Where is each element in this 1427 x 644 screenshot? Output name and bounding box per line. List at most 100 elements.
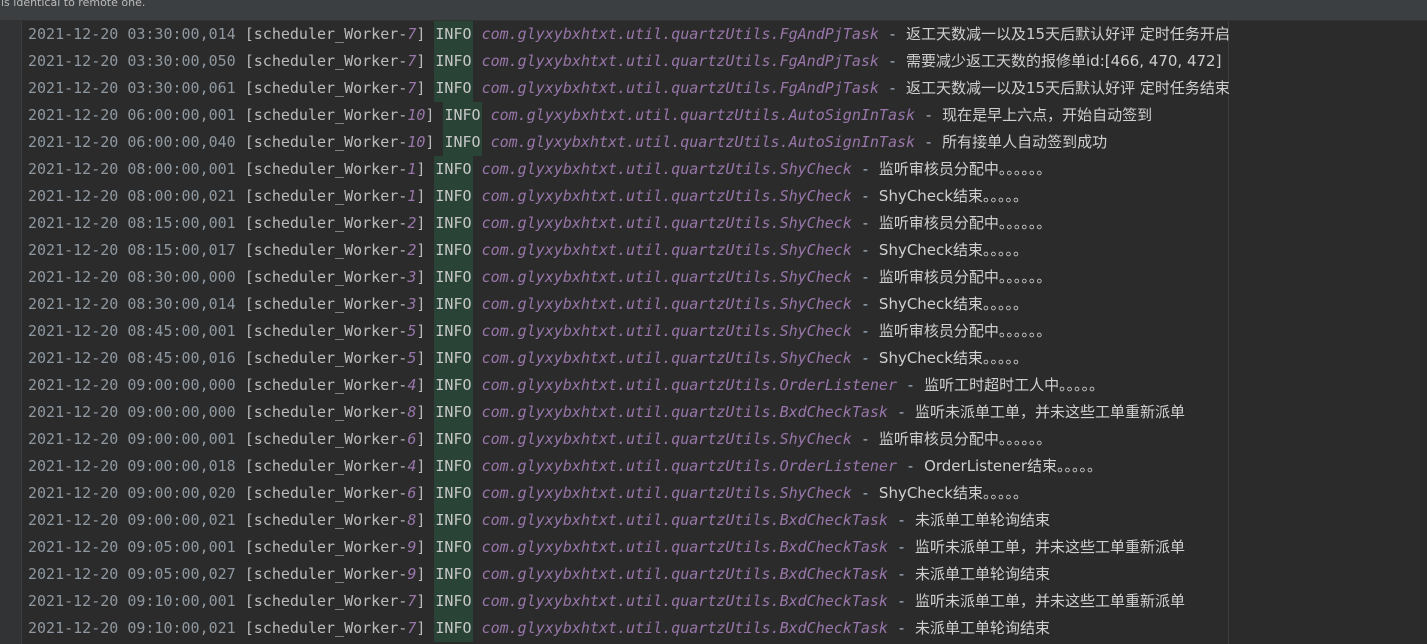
log-line[interactable]: 2021-12-20 03:30:00,061 [scheduler_Worke…	[28, 75, 1230, 102]
log-timestamp: 2021-12-20 03:30:00,061	[28, 79, 245, 97]
log-line[interactable]: 2021-12-20 09:05:00,001 [scheduler_Worke…	[28, 534, 1230, 561]
log-message: 未派单工单轮询结束	[915, 511, 1051, 529]
log-line[interactable]: 2021-12-20 09:00:00,001 [scheduler_Worke…	[28, 426, 1230, 453]
notification-banner: is identical to remote one.	[0, 0, 1427, 21]
log-thread: [scheduler_Worker-6]	[244, 430, 435, 448]
log-line[interactable]: 2021-12-20 08:30:00,000 [scheduler_Worke…	[28, 264, 1230, 291]
log-separator: -	[860, 241, 879, 259]
log-line[interactable]: 2021-12-20 03:30:00,050 [scheduler_Worke…	[28, 48, 1230, 75]
log-thread: [scheduler_Worker-1]	[244, 160, 435, 178]
log-timestamp: 2021-12-20 09:10:00,001	[28, 592, 245, 610]
log-thread: [scheduler_Worker-10]	[244, 133, 444, 151]
log-thread: [scheduler_Worker-7]	[244, 52, 435, 70]
log-line[interactable]: 2021-12-20 08:45:00,016 [scheduler_Worke…	[28, 345, 1230, 372]
log-level: INFO	[434, 534, 473, 561]
log-line[interactable]: 2021-12-20 06:00:00,001 [scheduler_Worke…	[28, 102, 1230, 129]
log-level: INFO	[434, 156, 473, 183]
log-line[interactable]: 2021-12-20 09:00:00,018 [scheduler_Worke…	[28, 453, 1230, 480]
log-timestamp: 2021-12-20 08:15:00,017	[28, 241, 245, 259]
log-thread: [scheduler_Worker-2]	[244, 214, 435, 232]
log-message: 监听未派单工单，并未这些工单重新派单	[915, 538, 1186, 556]
log-timestamp: 2021-12-20 08:15:00,001	[28, 214, 245, 232]
log-timestamp: 2021-12-20 09:10:00,021	[28, 619, 245, 637]
log-line[interactable]: 2021-12-20 08:15:00,017 [scheduler_Worke…	[28, 237, 1230, 264]
banner-text: is identical to remote one.	[1, 0, 146, 9]
log-separator: -	[860, 160, 879, 178]
log-message: 监听工时超时工人中。。。。。	[924, 376, 1105, 394]
log-thread: [scheduler_Worker-2]	[244, 241, 435, 259]
log-level: INFO	[434, 426, 473, 453]
log-level: INFO	[434, 507, 473, 534]
log-level: INFO	[443, 129, 482, 156]
log-timestamp: 2021-12-20 08:45:00,001	[28, 322, 245, 340]
log-message: ShyCheck结束。。。。。	[878, 484, 1028, 502]
log-message: 监听审核员分配中。。。。。。	[878, 268, 1052, 286]
log-level: INFO	[434, 210, 473, 237]
log-separator: -	[896, 538, 916, 556]
log-line[interactable]: 2021-12-20 08:00:00,021 [scheduler_Worke…	[28, 183, 1230, 210]
log-timestamp: 2021-12-20 09:00:00,000	[28, 403, 245, 421]
log-logger: com.glyxybxhtxt.util.quartzUtils.BxdChec…	[481, 403, 897, 421]
log-timestamp: 2021-12-20 09:00:00,018	[28, 457, 245, 475]
log-level: INFO	[434, 75, 473, 102]
log-separator: -	[896, 403, 916, 421]
log-line[interactable]: 2021-12-20 08:30:00,014 [scheduler_Worke…	[28, 291, 1230, 318]
log-timestamp: 2021-12-20 08:30:00,014	[28, 295, 245, 313]
log-logger: com.glyxybxhtxt.util.quartzUtils.ShyChec…	[481, 268, 861, 286]
log-separator: -	[860, 430, 879, 448]
log-timestamp: 2021-12-20 03:30:00,050	[28, 52, 245, 70]
log-level: INFO	[434, 183, 473, 210]
log-level: INFO	[443, 102, 482, 129]
log-logger: com.glyxybxhtxt.util.quartzUtils.BxdChec…	[481, 619, 897, 637]
log-logger: com.glyxybxhtxt.util.quartzUtils.AutoSig…	[490, 106, 925, 124]
log-line[interactable]: 2021-12-20 08:15:00,001 [scheduler_Worke…	[28, 210, 1230, 237]
log-line[interactable]: 2021-12-20 09:10:00,001 [scheduler_Worke…	[28, 588, 1230, 615]
log-line[interactable]: 2021-12-20 09:00:00,020 [scheduler_Worke…	[28, 480, 1230, 507]
log-level: INFO	[434, 48, 473, 75]
log-level: INFO	[434, 264, 473, 291]
log-timestamp: 2021-12-20 08:45:00,016	[28, 349, 245, 367]
log-thread: [scheduler_Worker-3]	[244, 295, 435, 313]
log-thread: [scheduler_Worker-9]	[244, 538, 435, 556]
log-timestamp: 2021-12-20 06:00:00,001	[28, 106, 245, 124]
log-thread: [scheduler_Worker-5]	[244, 349, 435, 367]
log-logger: com.glyxybxhtxt.util.quartzUtils.ShyChec…	[481, 484, 861, 502]
log-thread: [scheduler_Worker-1]	[244, 187, 435, 205]
log-message: 未派单工单轮询结束	[915, 565, 1051, 583]
log-line[interactable]: 2021-12-20 08:00:00,001 [scheduler_Worke…	[28, 156, 1230, 183]
log-timestamp: 2021-12-20 09:05:00,027	[28, 565, 245, 583]
log-level: INFO	[434, 345, 473, 372]
log-line[interactable]: 2021-12-20 06:00:00,040 [scheduler_Worke…	[28, 129, 1230, 156]
log-level: INFO	[434, 399, 473, 426]
log-level: INFO	[434, 372, 473, 399]
log-logger: com.glyxybxhtxt.util.quartzUtils.ShyChec…	[481, 295, 861, 313]
log-thread: [scheduler_Worker-4]	[244, 376, 435, 394]
log-separator: -	[860, 268, 879, 286]
log-message: 监听审核员分配中。。。。。。	[878, 430, 1052, 448]
log-line[interactable]: 2021-12-20 03:30:00,014 [scheduler_Worke…	[28, 21, 1230, 48]
log-separator: -	[906, 457, 925, 475]
log-separator: -	[887, 52, 907, 70]
log-timestamp: 2021-12-20 06:00:00,040	[28, 133, 245, 151]
log-thread: [scheduler_Worker-8]	[244, 403, 435, 421]
log-line[interactable]: 2021-12-20 08:45:00,001 [scheduler_Worke…	[28, 318, 1230, 345]
log-level: INFO	[434, 318, 473, 345]
log-logger: com.glyxybxhtxt.util.quartzUtils.FgAndPj…	[481, 79, 888, 97]
log-message: ShyCheck结束。。。。。	[878, 295, 1028, 313]
log-line[interactable]: 2021-12-20 09:00:00,000 [scheduler_Worke…	[28, 372, 1230, 399]
log-thread: [scheduler_Worker-10]	[244, 106, 444, 124]
log-message: 现在是早上六点，开始自动签到	[942, 106, 1153, 124]
log-output[interactable]: 2021-12-20 03:30:00,014 [scheduler_Worke…	[28, 21, 1230, 642]
log-line[interactable]: 2021-12-20 09:05:00,027 [scheduler_Worke…	[28, 561, 1230, 588]
log-timestamp: 2021-12-20 09:00:00,021	[28, 511, 245, 529]
log-separator: -	[924, 133, 943, 151]
log-line[interactable]: 2021-12-20 09:00:00,000 [scheduler_Worke…	[28, 399, 1230, 426]
log-thread: [scheduler_Worker-8]	[244, 511, 435, 529]
log-line[interactable]: 2021-12-20 09:00:00,021 [scheduler_Worke…	[28, 507, 1230, 534]
log-message: 监听审核员分配中。。。。。。	[878, 322, 1052, 340]
editor-gutter[interactable]	[0, 21, 22, 644]
log-timestamp: 2021-12-20 09:00:00,020	[28, 484, 245, 502]
log-separator: -	[924, 106, 943, 124]
log-line[interactable]: 2021-12-20 09:10:00,021 [scheduler_Worke…	[28, 615, 1230, 642]
log-separator: -	[896, 511, 916, 529]
